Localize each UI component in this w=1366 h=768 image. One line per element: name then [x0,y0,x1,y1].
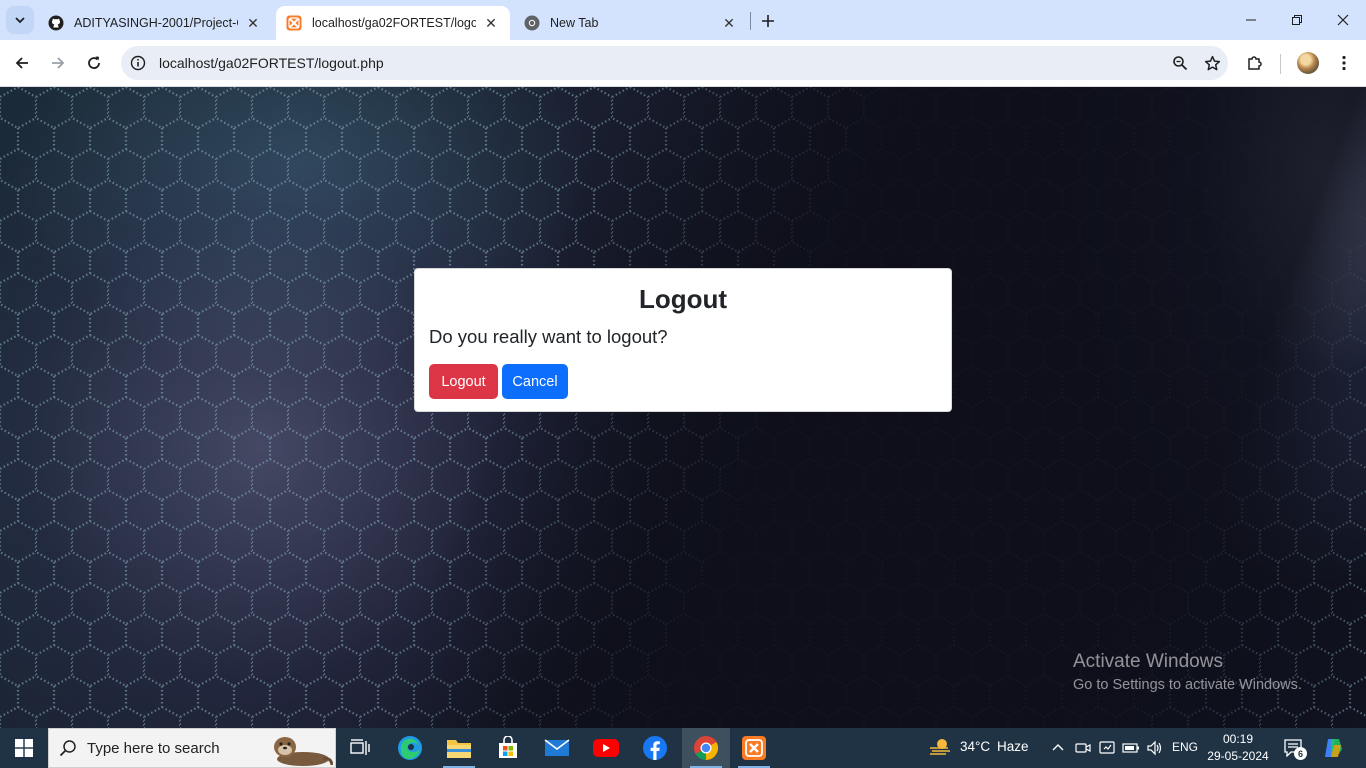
reload-button[interactable] [79,48,109,78]
chrome-icon [524,15,540,31]
windows-icon [15,739,33,757]
folder-icon [447,740,471,758]
taskbar: Type here to search 34°C Haze ENG 00:19 … [0,728,1366,768]
mail-icon [544,739,570,756]
close-tab-icon[interactable]: ✕ [244,14,262,32]
watermark-subtitle: Go to Settings to activate Windows. [1073,677,1302,693]
clock-date: 29-05-2024 [1207,749,1269,763]
weather-temp[interactable]: 34°C [960,739,990,754]
chevron-up-icon [1052,744,1064,751]
edge-icon [398,736,422,760]
puzzle-icon [1248,56,1262,70]
taskbar-app-xampp[interactable] [730,728,778,768]
volume-icon[interactable] [1145,738,1165,758]
taskbar-app-edge[interactable] [386,728,434,768]
search-icon [49,739,87,757]
logout-button[interactable]: Logout [429,364,498,399]
chrome-icon [694,736,719,760]
tab-logout[interactable]: localhost/ga02FORTEST/logout ✕ [276,6,510,40]
otter-illustration-icon [274,737,333,766]
start-button[interactable] [0,728,48,768]
taskbar-search[interactable]: Type here to search [48,728,336,768]
taskbar-app-facebook[interactable] [631,728,679,768]
battery-icon[interactable] [1121,738,1141,758]
restore-icon [1292,15,1302,25]
taskbar-app-store[interactable] [484,728,532,768]
task-view-button[interactable] [336,728,384,768]
youtube-icon [593,739,619,757]
watermark-title: Activate Windows [1073,651,1223,672]
close-window-button[interactable] [1320,0,1366,40]
logout-dialog: Logout Do you really want to logout? Log… [414,268,952,412]
toolbar-divider [1280,54,1281,74]
taskbar-app-mail[interactable] [533,728,581,768]
tab-new[interactable]: New Tab ✕ [514,6,748,40]
reload-icon [88,56,100,69]
tab-github[interactable]: ADITYASINGH-2001/Project-Ca ✕ [38,6,272,40]
screen-capture-icon[interactable] [1097,738,1117,758]
taskbar-app-file-explorer[interactable] [435,728,483,768]
browser-toolbar: localhost/ga02FORTEST/logout.php [0,40,1366,87]
weather-haze-icon[interactable] [928,738,952,758]
tab-title: localhost/ga02FORTEST/logout [312,16,476,30]
page-background: Logout Do you really want to logout? Log… [0,87,1366,728]
dialog-title: Logout [638,284,728,314]
github-icon [48,15,64,31]
cancel-button[interactable]: Cancel [502,364,568,399]
chevron-down-icon [15,17,25,24]
tab-title: New Tab [550,16,599,30]
tab-search-button[interactable] [6,6,34,34]
show-hidden-icons-button[interactable] [1048,738,1068,758]
task-view-icon [350,739,370,755]
restore-button[interactable] [1274,0,1320,40]
site-info-icon[interactable] [129,54,147,72]
extensions-button[interactable] [1240,48,1270,78]
menu-button[interactable] [1329,48,1359,78]
plus-icon [762,15,774,27]
search-placeholder: Type here to search [87,739,220,757]
profile-button[interactable] [1293,48,1323,78]
back-button[interactable] [7,48,37,78]
store-icon [499,736,517,758]
system-clock[interactable]: 00:19 29-05-2024 [1204,731,1272,765]
address-bar[interactable]: localhost/ga02FORTEST/logout.php [121,46,1228,80]
arrow-left-icon [15,57,28,69]
meet-now-icon[interactable] [1073,738,1093,758]
tab-separator [750,12,751,30]
taskbar-app-youtube[interactable] [582,728,630,768]
zoom-icon[interactable] [1164,47,1196,79]
new-tab-button[interactable] [756,9,780,33]
facebook-icon [643,736,667,760]
xampp-icon [742,736,766,760]
forward-button[interactable] [43,48,73,78]
minimize-button[interactable] [1228,0,1274,40]
url-text[interactable]: localhost/ga02FORTEST/logout.php [159,55,1164,71]
tab-strip: ADITYASINGH-2001/Project-Ca ✕ localhost/… [0,0,1366,40]
close-tab-icon[interactable]: ✕ [720,14,738,32]
avatar [1297,52,1319,74]
copilot-icon[interactable] [1321,736,1345,760]
activate-windows-watermark: Activate Windows Go to Settings to activ… [1073,651,1302,693]
tab-title: ADITYASINGH-2001/Project-Ca [74,16,238,30]
weather-desc[interactable]: Haze [997,739,1029,754]
bookmark-star-icon[interactable] [1196,47,1228,79]
xampp-icon [286,15,302,31]
close-icon [1337,14,1349,26]
taskbar-app-chrome[interactable] [682,728,730,768]
clock-time: 00:19 [1222,732,1254,746]
language-indicator[interactable]: ENG [1172,740,1198,754]
minimize-icon [1246,19,1256,21]
arrow-right-icon [52,57,65,69]
more-vert-icon [1342,55,1346,71]
close-tab-icon[interactable]: ✕ [482,14,500,32]
notification-count-badge: 6 [1294,747,1307,760]
dialog-message: Do you really want to logout? [429,326,668,347]
